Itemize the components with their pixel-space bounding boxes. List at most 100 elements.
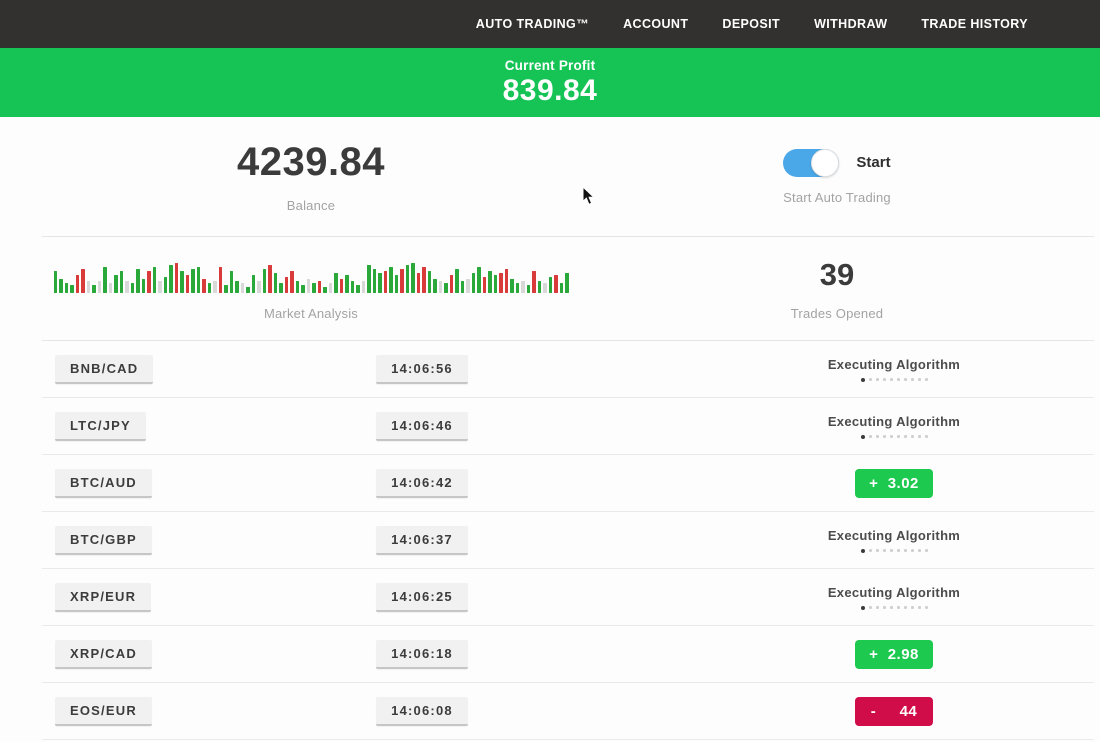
market-bar [136,269,140,293]
progress-dot [911,549,914,552]
progress-dot [861,606,865,610]
market-bar [142,279,146,293]
executing-status: Executing Algorithm [744,585,1044,610]
pair-badge: XRP/EUR [55,583,151,612]
market-bar [213,281,217,293]
market-bar [59,279,63,293]
market-bar [147,271,151,293]
market-bar [54,271,58,293]
time-badge: 14:06:08 [376,697,468,726]
nav-item[interactable]: ACCOUNT [623,17,688,31]
progress-dot [883,435,886,438]
pair-badge: XRP/CAD [55,640,152,669]
market-bar [428,271,432,293]
market-bar [483,277,487,293]
market-analysis-label: Market Analysis [264,306,358,321]
result-badge: + 3.02 [855,469,933,498]
market-bar [202,279,206,293]
result-badge: - 44 [855,697,933,726]
profit-banner-value: 839.84 [503,74,598,108]
market-bar [411,263,415,293]
market-bar [362,281,366,293]
market-bar [433,279,437,293]
market-bar [318,281,322,293]
market-analysis-chart [54,257,569,293]
market-bar [274,273,278,293]
market-analysis-block: Market Analysis [42,237,580,340]
market-bar [92,285,96,293]
market-bar [268,265,272,293]
market-bar [329,283,333,293]
market-bar [527,285,531,293]
executing-label: Executing Algorithm [744,357,1044,372]
progress-dot [869,435,872,438]
market-bar [241,283,245,293]
executing-status: Executing Algorithm [744,414,1044,439]
trade-status: + 3.02 [744,469,1044,498]
nav-item[interactable]: AUTO TRADING™ [476,17,589,31]
market-bar [477,267,481,293]
nav-item[interactable]: TRADE HISTORY [921,17,1028,31]
market-bar [175,263,179,293]
trade-row: BTC/AUD 14:06:42 + 3.02 [42,455,1094,512]
progress-dot [861,435,865,439]
auto-trading-label: Start Auto Trading [783,190,891,205]
market-bar [538,281,542,293]
market-bar [252,275,256,293]
time-badge: 14:06:18 [376,640,468,669]
trade-row: EOS/EUR 14:06:08 - 44 [42,683,1094,740]
market-bar [472,273,476,293]
progress-dot [869,378,872,381]
trade-status: Executing Algorithm [744,357,1044,382]
market-bar [400,269,404,293]
market-bar [439,281,443,293]
market-bar [98,281,102,293]
progress-dot [918,549,921,552]
market-bar [290,271,294,293]
market-bar [191,269,195,293]
market-bar [125,281,129,293]
progress-dot [897,435,900,438]
time-badge: 14:06:56 [376,355,468,384]
trade-row: LTC/JPY 14:06:46 Executing Algorithm [42,398,1094,455]
executing-progress-dots [744,549,1044,553]
progress-dot [876,606,879,609]
trade-status: Executing Algorithm [744,528,1044,553]
market-bar [208,283,212,293]
market-bar [76,275,80,293]
progress-dot [911,435,914,438]
market-bar [169,265,173,293]
progress-dot [904,435,907,438]
market-bar [384,271,388,293]
market-bar [323,287,327,293]
market-bar [131,283,135,293]
trade-row: XRP/CAD 14:06:18 + 2.98 [42,626,1094,683]
market-bar [219,267,223,293]
progress-dot [876,435,879,438]
progress-dot [890,549,893,552]
market-bar [488,271,492,293]
pair-badge: BNB/CAD [55,355,153,384]
progress-dot [883,606,886,609]
market-bar [554,275,558,293]
market-bar [279,283,283,293]
market-bar [109,283,113,293]
stats-row-market: Market Analysis 39 Trades Opened [42,237,1094,341]
market-bar [351,281,355,293]
nav-item[interactable]: WITHDRAW [814,17,887,31]
progress-dot [869,549,872,552]
market-bar [120,271,124,293]
time-badge: 14:06:46 [376,412,468,441]
executing-progress-dots [744,606,1044,610]
progress-dot [925,435,928,438]
pair-badge: BTC/GBP [55,526,152,555]
market-bar [516,283,520,293]
nav-item[interactable]: DEPOSIT [722,17,780,31]
auto-trading-toggle[interactable] [783,149,839,177]
market-bar [455,269,459,293]
market-bar [543,283,547,293]
market-bar [499,273,503,293]
market-bar [505,269,509,293]
market-bar [153,267,157,293]
market-bar [296,281,300,293]
